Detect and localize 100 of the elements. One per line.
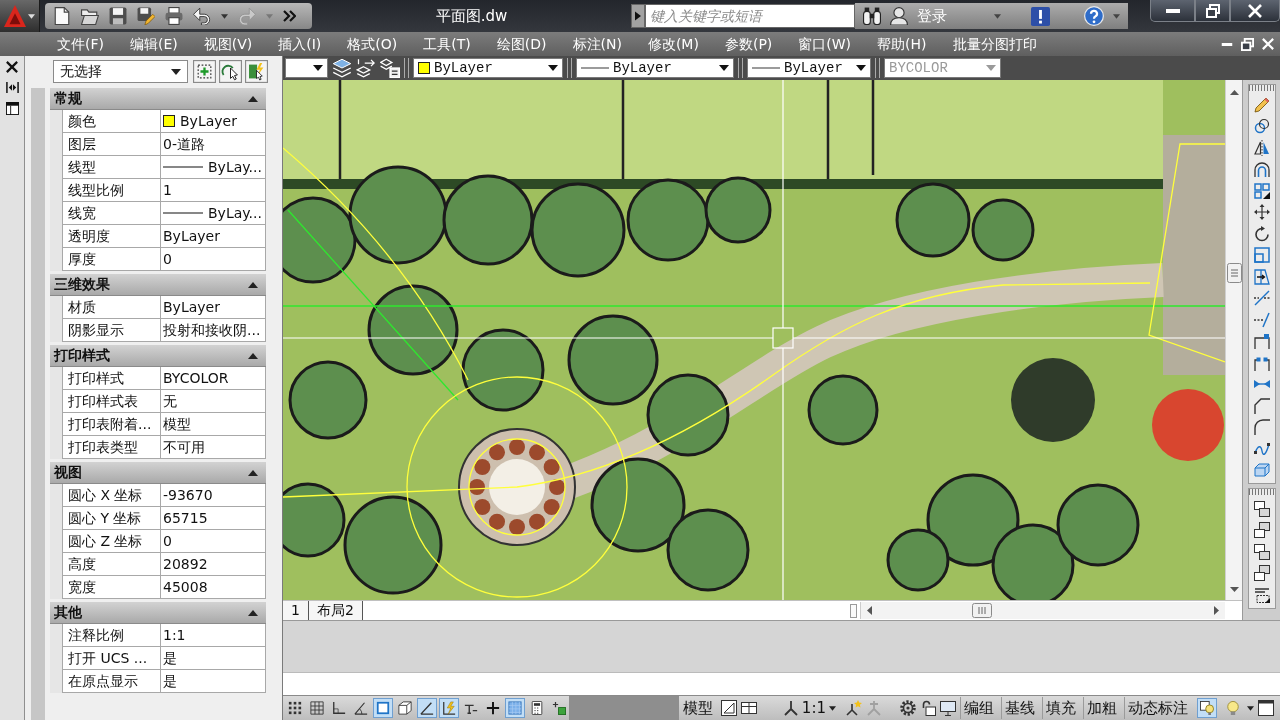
- exclamation-icon[interactable]: [1031, 6, 1050, 26]
- layout-tab[interactable]: 布局2: [308, 601, 363, 620]
- double-arrow-icon[interactable]: [5, 81, 19, 94]
- layers-icon[interactable]: [332, 58, 352, 78]
- scrollbar-thumb[interactable]: [972, 603, 992, 618]
- caret-icon[interactable]: [1247, 705, 1254, 711]
- splitter-handle[interactable]: [850, 603, 857, 618]
- document-icon[interactable]: [53, 7, 71, 25]
- minimize-icon[interactable]: [1221, 42, 1233, 46]
- restore-icon[interactable]: [1241, 37, 1254, 51]
- menu-item[interactable]: 工具(T): [410, 32, 484, 56]
- restore-button[interactable]: [1195, 0, 1230, 22]
- property-row[interactable]: 打印样式 BYCOLOR: [50, 367, 266, 390]
- property-row[interactable]: 线型比例 1: [50, 179, 266, 202]
- angle-icon[interactable]: [417, 698, 437, 718]
- dotted-square-plus-icon[interactable]: [193, 60, 216, 83]
- property-row[interactable]: 圆心 X 坐标 -93670: [50, 484, 266, 507]
- scrollbar-thumb[interactable]: [1226, 263, 1242, 283]
- bulb-square-icon[interactable]: [1197, 698, 1217, 718]
- property-row[interactable]: 打印表类型 不可用: [50, 436, 266, 459]
- section-header[interactable]: 打印样式: [50, 345, 266, 367]
- command-input-field[interactable]: [283, 672, 1280, 695]
- layers-list-icon[interactable]: [380, 58, 400, 78]
- status-bar-button[interactable]: 动态标注: [1124, 697, 1191, 719]
- property-row[interactable]: 圆心 Y 坐标 65715: [50, 507, 266, 530]
- property-row[interactable]: 线宽 ByLay...: [50, 202, 266, 225]
- property-row[interactable]: 材质 ByLayer: [50, 296, 266, 319]
- property-row[interactable]: 阴影显示 投射和接收阴...: [50, 319, 266, 342]
- color-dropdown[interactable]: ByLayer: [413, 58, 563, 78]
- section-header[interactable]: 视图: [50, 462, 266, 484]
- chamfer-corner-icon[interactable]: [1253, 397, 1270, 414]
- stacked-rectangles-icon[interactable]: [1253, 543, 1270, 560]
- save-icon[interactable]: [109, 7, 127, 25]
- linetype-dropdown[interactable]: ByLayer: [576, 58, 734, 78]
- property-row[interactable]: 厚度 0: [50, 248, 266, 271]
- property-row[interactable]: 透明度 ByLayer: [50, 225, 266, 248]
- rounded-corner-icon[interactable]: [1253, 419, 1270, 435]
- menu-item[interactable]: 格式(O): [334, 32, 411, 56]
- lightning-cursor-icon[interactable]: [245, 60, 268, 83]
- status-bar-button[interactable]: 编组: [960, 697, 997, 719]
- property-row[interactable]: 打印表附着... 模型: [50, 413, 266, 436]
- search-field[interactable]: 键入关键字或短语: [645, 4, 855, 28]
- folder-icon[interactable]: [81, 7, 99, 25]
- star-figure-icon[interactable]: [846, 700, 862, 716]
- undo-icon[interactable]: [193, 7, 211, 25]
- status-bar-button[interactable]: 填充: [1042, 697, 1079, 719]
- lock-icon[interactable]: [920, 700, 936, 716]
- gear-icon[interactable]: [900, 700, 916, 716]
- stretch-arrow-icon[interactable]: [1253, 268, 1270, 285]
- square-outline-icon[interactable]: [373, 698, 393, 718]
- left-arrow-icon[interactable]: [867, 606, 872, 615]
- cube-icon[interactable]: [1253, 462, 1270, 478]
- dropdown-arrow-icon[interactable]: [171, 68, 181, 75]
- caret-icon[interactable]: [829, 705, 836, 711]
- axes-lightning-icon[interactable]: [439, 698, 459, 718]
- menu-item[interactable]: 批量分图打印: [939, 32, 1050, 56]
- menu-item[interactable]: 绘图(D): [483, 32, 560, 56]
- section-header[interactable]: 三维效果: [50, 274, 266, 296]
- collapse-arrow-icon[interactable]: [248, 352, 258, 359]
- vertical-scrollbar[interactable]: [1225, 80, 1242, 600]
- property-row[interactable]: 高度 20892: [50, 553, 266, 576]
- checker-icon[interactable]: [505, 698, 525, 718]
- caret-icon[interactable]: [221, 13, 228, 19]
- property-row[interactable]: 图层 0-道路: [50, 133, 266, 156]
- grip-handle[interactable]: [1248, 85, 1275, 91]
- stacked-rectangles-icon[interactable]: [1253, 500, 1270, 517]
- app-menu-button[interactable]: [0, 0, 40, 32]
- collapse-arrow-icon[interactable]: [248, 281, 258, 288]
- close-icon[interactable]: [6, 61, 18, 73]
- window-panel-icon[interactable]: [5, 102, 19, 115]
- layer-dropdown[interactable]: [285, 58, 328, 78]
- close-button[interactable]: [1230, 0, 1280, 22]
- property-row[interactable]: 注释比例 1:1: [50, 624, 266, 647]
- section-header[interactable]: 常规: [50, 88, 266, 110]
- section-header[interactable]: 其他: [50, 602, 266, 624]
- menu-item[interactable]: 插入(I): [265, 32, 335, 56]
- property-row[interactable]: 宽度 45008: [50, 576, 266, 599]
- mirror-triangles-icon[interactable]: [1253, 139, 1270, 156]
- annotation-scale-button[interactable]: 1:1: [776, 699, 842, 717]
- right-arrow-icon[interactable]: [1214, 606, 1219, 615]
- four-arrows-icon[interactable]: [1253, 204, 1270, 220]
- lineweight-dropdown[interactable]: ByLayer: [747, 58, 871, 78]
- layout-sheet-icon[interactable]: [720, 700, 737, 716]
- floppy-pencil-icon[interactable]: [137, 7, 155, 25]
- nested-squares-icon[interactable]: [1253, 247, 1270, 263]
- up-arrow-icon[interactable]: [1229, 90, 1239, 95]
- collapse-arrow-icon[interactable]: [248, 609, 258, 616]
- printer-icon[interactable]: [165, 7, 183, 25]
- menu-item[interactable]: 修改(M): [634, 32, 712, 56]
- status-bar-button[interactable]: 基线: [1001, 697, 1038, 719]
- cube-outline-icon[interactable]: [395, 698, 415, 718]
- model-space-button[interactable]: 模型: [678, 698, 717, 718]
- dropdown-arrow-icon[interactable]: [719, 65, 729, 71]
- grid-icon[interactable]: [307, 698, 327, 718]
- wave-curve-icon[interactable]: [1253, 440, 1270, 457]
- user-icon[interactable]: [890, 7, 908, 25]
- menu-item[interactable]: 窗口(W): [785, 32, 865, 56]
- offset-arches-icon[interactable]: [1253, 161, 1270, 177]
- status-bar-button[interactable]: 加粗: [1083, 697, 1120, 719]
- property-row[interactable]: 颜色 ByLayer: [50, 110, 266, 133]
